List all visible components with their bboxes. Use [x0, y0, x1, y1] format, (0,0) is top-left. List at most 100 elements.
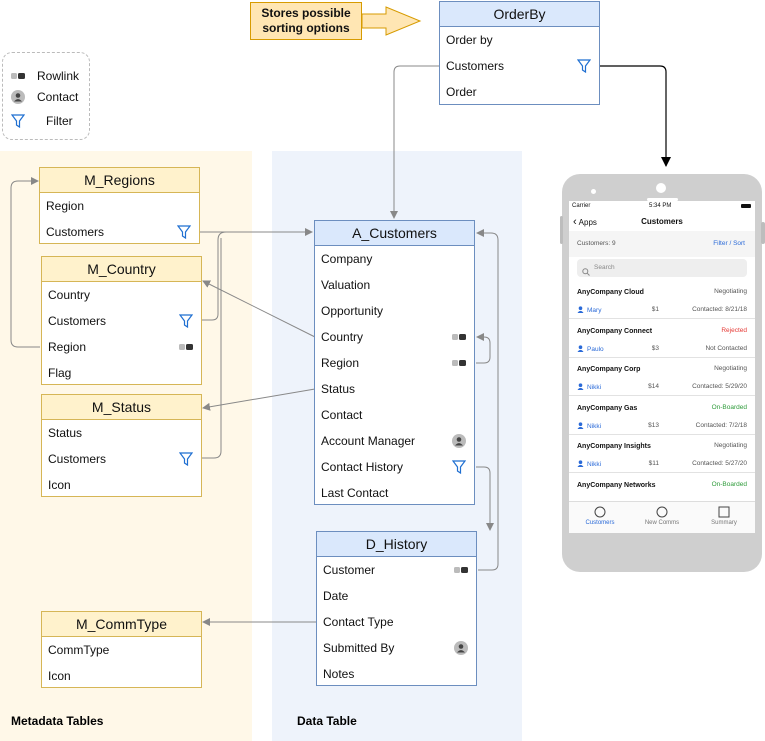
contact-name: Paulo [587, 345, 604, 353]
table-row: Account Manager [315, 428, 474, 454]
valuation-amount: $13 [648, 421, 659, 429]
tab-new-comms[interactable]: New Comms [631, 504, 693, 526]
list-item[interactable]: AnyCompany Cloud Negotiating Mary $1 Contact… [569, 281, 755, 319]
row-label: Region [321, 356, 360, 370]
last-contacted: Contacted: 5/29/20 [692, 383, 747, 390]
row-label: Customers [46, 225, 105, 239]
valuation-amount: $14 [648, 383, 659, 390]
row-label: Flag [48, 366, 72, 380]
tab-summary[interactable]: Summary [693, 504, 755, 526]
table-title: D_History [317, 532, 476, 557]
time-label: 5:34 PM [649, 203, 672, 209]
contact-name: Nikki [587, 384, 602, 391]
contact-link[interactable]: Nikki [577, 421, 601, 431]
row-label: Icon [48, 669, 71, 683]
table-row: CommType [42, 637, 201, 663]
row-label: Company [321, 252, 373, 266]
arrow-country-to-m-country [202, 280, 316, 338]
d-history-table: D_History Customer Date Contact Type Sub… [316, 531, 477, 686]
filter-sort-link[interactable]: Filter / Sort [713, 240, 745, 247]
legend-contact: Contact [11, 90, 78, 104]
table-row: Contact History [315, 454, 474, 480]
table-row: Customers [40, 219, 199, 245]
table-row: Customers [42, 308, 201, 334]
nav-bar: ‹ Apps Customers [569, 213, 755, 231]
contact-link[interactable]: Nikki [577, 460, 601, 469]
list-item[interactable]: AnyCompany Corp Negotiating Nikki $14 Contac… [569, 358, 755, 396]
last-contacted: Contacted: 7/2/18 [695, 421, 747, 429]
filter-icon [179, 308, 193, 334]
table-row: Status [315, 376, 474, 402]
arrow-d-history-to-a-customers [476, 229, 499, 571]
contact-icon [11, 90, 37, 104]
row-label: Order by [446, 33, 493, 47]
callout-line-1: Stores possible [261, 6, 351, 20]
table-row: Region [315, 350, 474, 376]
legend-rowlink: Rowlink [11, 69, 79, 83]
row-label: Contact Type [323, 615, 394, 629]
list-item[interactable]: AnyCompany Connect Rejected Paulo $3 Not Con… [569, 320, 755, 358]
contact-link[interactable]: Mary [577, 306, 601, 315]
contact-link[interactable]: Nikki [577, 383, 601, 392]
list-subheader: Customers: 9 Filter / Sort [569, 231, 755, 257]
filter-icon [11, 114, 46, 128]
arrow-region-to-country [476, 333, 491, 364]
table-row: Date [317, 583, 476, 609]
rowlink-icon [179, 334, 193, 360]
row-label: Customers [48, 314, 107, 328]
table-title: M_Country [42, 257, 201, 282]
customer-name: AnyCompany Networks [577, 481, 656, 489]
sorting-callout: Stores possible sorting options [250, 2, 362, 40]
valuation-amount: $1 [651, 306, 659, 313]
row-label: Customers [48, 452, 107, 466]
list-item[interactable]: AnyCompany Gas On-Boarded Nikki $13 Contacte… [569, 397, 755, 435]
row-label: Customer [323, 563, 376, 577]
legend-filter: Filter [11, 114, 73, 128]
table-row: Valuation [315, 272, 474, 298]
contact-link[interactable]: Paulo [577, 344, 604, 354]
last-contacted: Contacted: 5/27/20 [692, 460, 747, 467]
m-status-table: M_Status Status Customers Icon [41, 394, 202, 497]
table-row: Icon [42, 663, 201, 689]
row-label: Date [323, 589, 349, 603]
person-icon [577, 306, 584, 315]
table-row: Icon [42, 472, 201, 498]
table-row: Submitted By [317, 635, 476, 661]
phone-side-button [560, 216, 563, 244]
table-row: Opportunity [315, 298, 474, 324]
battery-icon [741, 204, 751, 208]
table-row: Region [42, 334, 201, 360]
carrier-label: Carrier [572, 203, 591, 209]
table-row: Notes [317, 661, 476, 687]
m-commtype-table: M_CommType CommType Icon [41, 611, 202, 688]
table-row: Company [315, 246, 474, 272]
table-row: Contact Type [317, 609, 476, 635]
table-row: Contact [315, 402, 474, 428]
arrow-status-to-m-status [202, 388, 316, 411]
search-input[interactable]: Search [577, 259, 747, 277]
search-icon [582, 263, 590, 281]
legend-rowlink-label: Rowlink [37, 69, 80, 83]
row-label: Status [321, 382, 356, 396]
list-item[interactable]: AnyCompany Insights Negotiating Nikki $11 Co… [569, 435, 755, 473]
table-row: Customer [317, 557, 476, 583]
table-row: Customers [440, 53, 599, 79]
status-badge: Negotiating [714, 288, 747, 295]
rowlink-icon [454, 557, 468, 583]
customer-count: Customers: 9 [577, 240, 616, 247]
status-bar: Carrier 5:34 PM [569, 201, 755, 211]
table-row: Order [440, 79, 599, 105]
tab-customers[interactable]: Customers [569, 504, 631, 526]
filter-icon [577, 53, 591, 79]
arrow-orderby-to-phone [600, 65, 671, 167]
a-customers-table: A_Customers Company Valuation Opportunit… [314, 220, 475, 505]
status-badge: On-Boarded [711, 480, 747, 488]
table-row: Flag [42, 360, 201, 386]
phone-sensor [591, 189, 596, 194]
row-label: Icon [48, 478, 71, 492]
callout-line-2: sorting options [262, 21, 350, 35]
table-title: M_CommType [42, 612, 201, 637]
filter-icon [177, 219, 191, 245]
phone-camera [656, 183, 666, 193]
m-regions-table: M_Regions Region Customers [39, 167, 200, 244]
